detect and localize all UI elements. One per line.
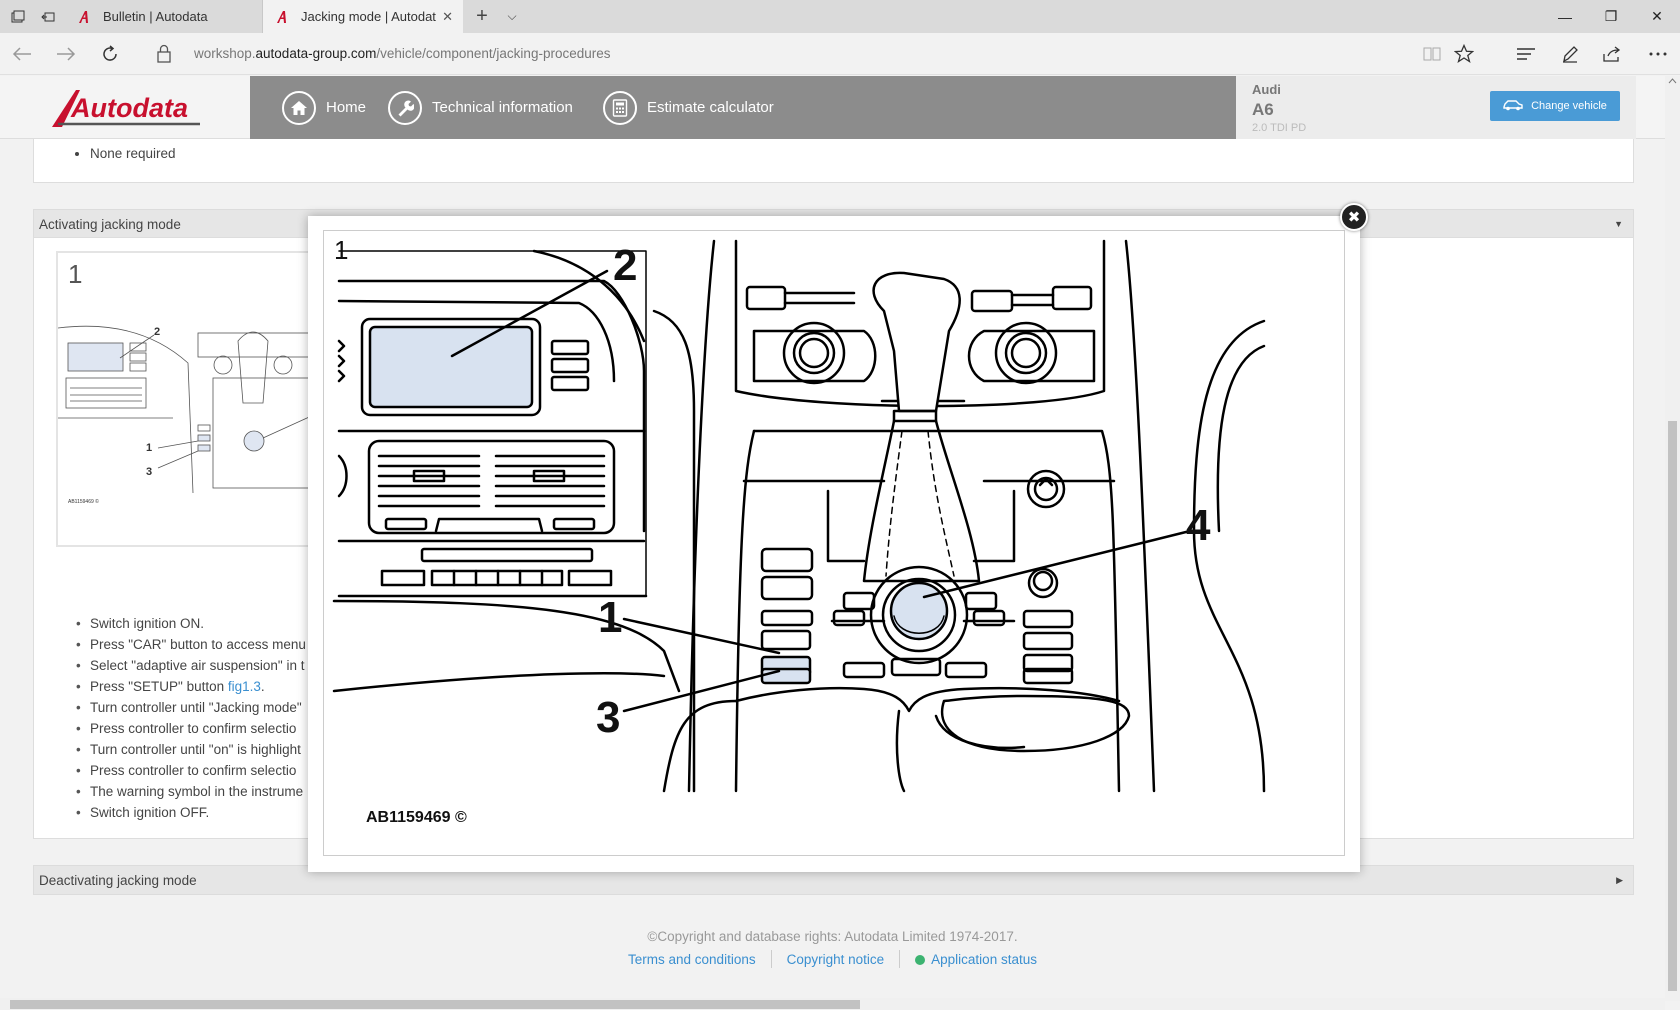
vertical-scrollbar[interactable]: [1665, 76, 1680, 1001]
expand-triangle-icon: ▶: [1616, 874, 1623, 885]
thumb-callout-2: 2: [154, 326, 160, 338]
list-item: Turn controller until "Jacking mode": [76, 697, 306, 718]
change-vehicle-label: Change vehicle: [1531, 100, 1607, 112]
copyright-text: ©Copyright and database rights: Autodata…: [647, 929, 1018, 944]
list-item: Press "SETUP" button fig1.3.: [76, 676, 306, 697]
list-item: Press controller to confirm selectio: [76, 760, 306, 781]
home-icon: [282, 90, 316, 125]
autodata-favicon-icon: [275, 9, 291, 25]
previous-section-panel: None required: [33, 139, 1634, 183]
tab-close-icon[interactable]: ✕: [442, 9, 453, 25]
figure-link[interactable]: fig1.3: [228, 679, 261, 694]
url-path: /vehicle/component/jacking-procedures: [376, 46, 611, 61]
nav-estimate-calculator[interactable]: Estimate calculator: [603, 76, 774, 139]
browser-tab-bar: Bulletin | Autodata Jacking mode | Autod…: [0, 0, 1680, 33]
set-tabs-aside-icon[interactable]: [32, 0, 64, 33]
application-status-link[interactable]: Application status: [900, 952, 1052, 967]
callout-2: 2: [613, 241, 638, 290]
thumbnail-diagram: 2 1 3 AB1159469 ©: [58, 325, 324, 505]
tab-list-chevron-icon[interactable]: ⌵: [500, 0, 524, 33]
list-item: Press controller to confirm selectio: [76, 718, 306, 739]
page-footer: ©Copyright and database rights: Autodata…: [0, 929, 1665, 968]
step-list: Switch ignition ON. Press "CAR" button t…: [76, 613, 306, 823]
terms-link[interactable]: Terms and conditions: [613, 952, 771, 967]
url-host: autodata-group.com: [255, 46, 377, 61]
autodata-favicon-icon: [77, 9, 93, 25]
tab-title: Jacking mode | Autodat: [301, 9, 436, 24]
collapse-triangle-icon: ▼: [1614, 219, 1623, 229]
url-field[interactable]: workshop.autodata-group.com/vehicle/comp…: [194, 46, 611, 61]
share-icon[interactable]: [1594, 33, 1630, 75]
new-tab-button[interactable]: +: [468, 0, 496, 33]
reading-view-icon[interactable]: [1414, 33, 1450, 75]
nav-label: Home: [326, 99, 367, 116]
horizontal-scrollbar[interactable]: [0, 998, 1665, 1010]
thumb-figure-code: AB1159469 ©: [68, 498, 99, 505]
list-item: The warning symbol in the instrume: [76, 781, 306, 802]
figure-code: AB1159469 ©: [366, 809, 467, 826]
status-dot-icon: [915, 954, 926, 965]
list-item: Switch ignition ON.: [76, 613, 306, 634]
vehicle-make: Audi: [1252, 82, 1281, 97]
refresh-icon[interactable]: [90, 33, 130, 75]
section-title: Activating jacking mode: [39, 216, 181, 232]
thumb-callout-3: 3: [146, 466, 152, 478]
list-item: Select "adaptive air suspension" in t: [76, 655, 306, 676]
list-item: None required: [90, 146, 176, 161]
calculator-icon: [603, 90, 637, 125]
scroll-up-icon[interactable]: [1665, 76, 1680, 86]
thumb-callout-1: 1: [146, 442, 152, 454]
car-icon: [1503, 99, 1523, 114]
status-label: Application status: [931, 951, 1037, 967]
vehicle-selector: Audi A6 2.0 TDI PD Change vehicle: [1236, 76, 1636, 139]
wrench-icon: [388, 90, 422, 125]
nav-label: Technical information: [432, 99, 573, 116]
vehicle-engine: 2.0 TDI PD: [1252, 122, 1307, 134]
lock-icon: [156, 44, 174, 64]
minimize-icon[interactable]: —: [1542, 0, 1588, 33]
web-note-pen-icon[interactable]: [1552, 33, 1588, 75]
figure-image: 2 1 3 4 1 AB1159469 ©: [323, 230, 1345, 856]
callout-1: 1: [598, 593, 623, 642]
restore-icon[interactable]: ❐: [1588, 0, 1634, 33]
figure-number: 1: [334, 235, 349, 265]
main-navigation: Home Technical information Estimate calc…: [250, 76, 1236, 139]
figure-thumbnail[interactable]: 1 2 1 3 AB1159469 ©: [56, 251, 326, 547]
favorite-star-icon[interactable]: [1446, 33, 1482, 75]
nav-home[interactable]: Home: [282, 76, 366, 139]
logo-text: Autodata: [70, 93, 188, 123]
figure-modal: 2 1 3 4 1 AB1159469 ©: [308, 216, 1360, 872]
window-close-icon[interactable]: ✕: [1634, 0, 1680, 33]
nav-technical-information[interactable]: Technical information: [388, 76, 573, 139]
nav-label: Estimate calculator: [647, 99, 774, 116]
modal-close-icon[interactable]: ✖: [1340, 203, 1368, 231]
more-icon[interactable]: [1640, 33, 1676, 75]
back-arrow-icon[interactable]: [2, 33, 42, 75]
change-vehicle-button[interactable]: Change vehicle: [1490, 91, 1620, 121]
address-bar: workshop.autodata-group.com/vehicle/comp…: [0, 33, 1680, 75]
horizontal-scroll-thumb[interactable]: [10, 1000, 860, 1009]
tab-bulletin[interactable]: Bulletin | Autodata: [65, 0, 263, 33]
vertical-scroll-thumb[interactable]: [1668, 421, 1677, 991]
forward-arrow-icon[interactable]: [46, 33, 86, 75]
callout-4: 4: [1186, 501, 1211, 550]
vehicle-model: A6: [1252, 100, 1274, 119]
callout-3: 3: [596, 693, 621, 742]
list-item: Switch ignition OFF.: [76, 802, 306, 823]
list-item: Press "CAR" button to access menu: [76, 634, 306, 655]
hub-icon[interactable]: [1508, 33, 1544, 75]
copyright-notice-link[interactable]: Copyright notice: [772, 952, 900, 967]
autodata-logo[interactable]: Autodata: [50, 84, 205, 130]
list-item: Turn controller until "on" is highlight: [76, 739, 306, 760]
tab-jacking-mode[interactable]: Jacking mode | Autodat ✕: [263, 0, 463, 33]
step-text: Press "SETUP" button: [90, 679, 228, 694]
tab-title: Bulletin | Autodata: [103, 9, 208, 24]
url-prefix: workshop.: [194, 46, 256, 61]
tab-manager-icon[interactable]: [2, 0, 34, 33]
app-header: Autodata Home Technical information Esti…: [0, 76, 1665, 139]
section-title: Deactivating jacking mode: [39, 872, 197, 888]
